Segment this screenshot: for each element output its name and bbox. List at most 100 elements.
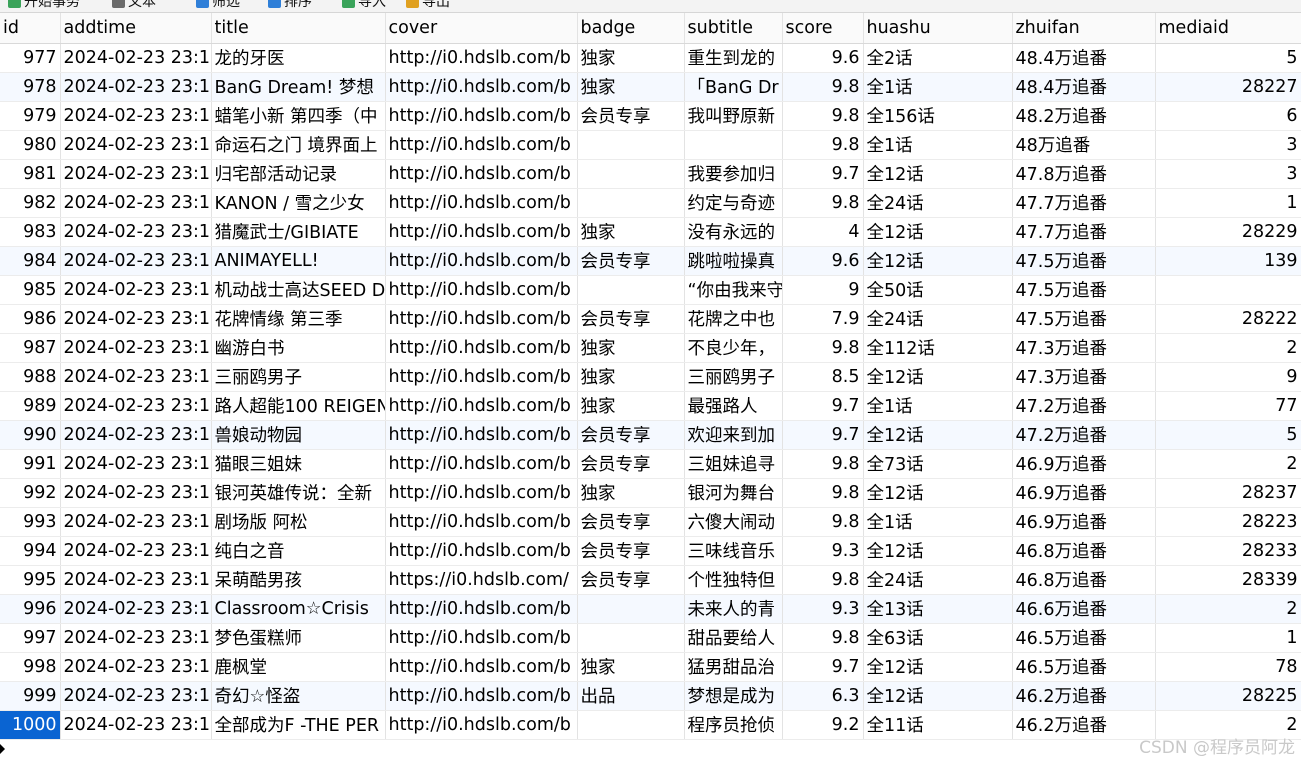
cell-cover[interactable]: http://i0.hdslb.com/b bbox=[385, 507, 578, 537]
cell-cover[interactable]: https://i0.hdslb.com/ bbox=[385, 565, 578, 595]
table-row[interactable]: 987 2024-02-23 23:1 幽游白书 http://i0.hdslb.co… bbox=[0, 333, 1301, 363]
cell-huashu[interactable]: 全1话 bbox=[863, 130, 1013, 160]
cell-subtitle[interactable]: 三丽鸥男子 bbox=[684, 362, 783, 392]
cell-id[interactable]: 987 bbox=[0, 333, 61, 363]
cell-title[interactable]: BanG Dream! 梦想 bbox=[211, 72, 386, 102]
cell-id[interactable]: 986 bbox=[0, 304, 61, 334]
cell-score[interactable]: 9.8 bbox=[782, 333, 864, 363]
cell-cover[interactable]: http://i0.hdslb.com/b bbox=[385, 304, 578, 334]
column-header-zhuifan[interactable]: zhuifan bbox=[1012, 13, 1156, 44]
cell-huashu[interactable]: 全12话 bbox=[863, 478, 1013, 508]
table-row[interactable]: 983 2024-02-23 23:1 猎魔武士/GIBIATE http://i0.… bbox=[0, 217, 1301, 247]
cell-huashu[interactable]: 全12话 bbox=[863, 536, 1013, 566]
cell-cover[interactable]: http://i0.hdslb.com/b bbox=[385, 710, 578, 740]
cell-title[interactable]: 路人超能100 REIGEN bbox=[211, 391, 386, 421]
cell-score[interactable]: 9.8 bbox=[782, 623, 864, 653]
cell-id[interactable]: 982 bbox=[0, 188, 61, 218]
toolbar-button-2[interactable]: 筛选 bbox=[196, 0, 240, 11]
cell-zhuifan[interactable]: 46.8万追番 bbox=[1012, 565, 1156, 595]
cell-badge[interactable]: 会员专享 bbox=[577, 536, 685, 566]
cell-addtime[interactable]: 2024-02-23 23:1 bbox=[60, 304, 212, 334]
cell-zhuifan[interactable]: 47.7万追番 bbox=[1012, 217, 1156, 247]
cell-cover[interactable]: http://i0.hdslb.com/b bbox=[385, 188, 578, 218]
cell-cover[interactable]: http://i0.hdslb.com/b bbox=[385, 652, 578, 682]
cell-addtime[interactable]: 2024-02-23 23:1 bbox=[60, 623, 212, 653]
cell-title[interactable]: 剧场版 阿松 bbox=[211, 507, 386, 537]
cell-title[interactable]: 归宅部活动记录 bbox=[211, 159, 386, 189]
cell-addtime[interactable]: 2024-02-23 23:1 bbox=[60, 449, 212, 479]
cell-cover[interactable]: http://i0.hdslb.com/b bbox=[385, 449, 578, 479]
cell-subtitle[interactable]: 最强路人 bbox=[684, 391, 783, 421]
cell-id[interactable]: 983 bbox=[0, 217, 61, 247]
cell-badge[interactable]: 独家 bbox=[577, 478, 685, 508]
cell-title[interactable]: 呆萌酷男孩 bbox=[211, 565, 386, 595]
cell-huashu[interactable]: 全12话 bbox=[863, 420, 1013, 450]
column-header-title[interactable]: title bbox=[211, 13, 386, 44]
cell-cover[interactable]: http://i0.hdslb.com/b bbox=[385, 43, 578, 73]
cell-id[interactable]: 998 bbox=[0, 652, 61, 682]
cell-score[interactable]: 9.7 bbox=[782, 420, 864, 450]
cell-score[interactable]: 9.6 bbox=[782, 43, 864, 73]
cell-id[interactable]: 979 bbox=[0, 101, 61, 131]
cell-score[interactable]: 9.8 bbox=[782, 72, 864, 102]
cell-id[interactable]: 988 bbox=[0, 362, 61, 392]
cell-addtime[interactable]: 2024-02-23 23:1 bbox=[60, 159, 212, 189]
cell-badge[interactable]: 会员专享 bbox=[577, 304, 685, 334]
cell-badge[interactable]: 独家 bbox=[577, 391, 685, 421]
table-row[interactable]: 979 2024-02-23 23:1 蜡笔小新 第四季（中 http://i0.hd… bbox=[0, 101, 1301, 131]
cell-id[interactable]: 997 bbox=[0, 623, 61, 653]
cell-score[interactable]: 9.8 bbox=[782, 130, 864, 160]
cell-mediaid[interactable]: 77 bbox=[1155, 391, 1301, 421]
cell-badge[interactable]: 独家 bbox=[577, 652, 685, 682]
cell-zhuifan[interactable]: 48.2万追番 bbox=[1012, 101, 1156, 131]
cell-title[interactable]: 梦色蛋糕师 bbox=[211, 623, 386, 653]
cell-score[interactable]: 4 bbox=[782, 217, 864, 247]
cell-addtime[interactable]: 2024-02-23 23:1 bbox=[60, 130, 212, 160]
cell-addtime[interactable]: 2024-02-23 23:1 bbox=[60, 101, 212, 131]
cell-huashu[interactable]: 全12话 bbox=[863, 246, 1013, 276]
cell-id[interactable]: 995 bbox=[0, 565, 61, 595]
cell-score[interactable]: 9.2 bbox=[782, 710, 864, 740]
column-header-badge[interactable]: badge bbox=[577, 13, 685, 44]
cell-huashu[interactable]: 全63话 bbox=[863, 623, 1013, 653]
cell-huashu[interactable]: 全12话 bbox=[863, 159, 1013, 189]
cell-title[interactable]: 幽游白书 bbox=[211, 333, 386, 363]
cell-id[interactable]: 984 bbox=[0, 246, 61, 276]
cell-title[interactable]: 三丽鸥男子 bbox=[211, 362, 386, 392]
cell-score[interactable]: 9.8 bbox=[782, 449, 864, 479]
cell-badge[interactable]: 会员专享 bbox=[577, 420, 685, 450]
cell-badge[interactable]: 会员专享 bbox=[577, 101, 685, 131]
table-row[interactable]: 986 2024-02-23 23:1 花牌情缘 第三季 http://i0.hdsl… bbox=[0, 304, 1301, 334]
cell-id[interactable]: 981 bbox=[0, 159, 61, 189]
cell-id[interactable]: 1000 bbox=[0, 710, 61, 740]
cell-addtime[interactable]: 2024-02-23 23:1 bbox=[60, 507, 212, 537]
cell-addtime[interactable]: 2024-02-23 23:1 bbox=[60, 565, 212, 595]
cell-zhuifan[interactable]: 46.9万追番 bbox=[1012, 449, 1156, 479]
cell-mediaid[interactable]: 3 bbox=[1155, 130, 1301, 160]
cell-zhuifan[interactable]: 47.3万追番 bbox=[1012, 333, 1156, 363]
cell-score[interactable]: 9.6 bbox=[782, 246, 864, 276]
table-row[interactable]: 993 2024-02-23 23:1 剧场版 阿松 http://i0.hdslb.… bbox=[0, 507, 1301, 537]
cell-cover[interactable]: http://i0.hdslb.com/b bbox=[385, 623, 578, 653]
cell-title[interactable]: 鹿枫堂 bbox=[211, 652, 386, 682]
cell-cover[interactable]: http://i0.hdslb.com/b bbox=[385, 681, 578, 711]
cell-badge[interactable]: 会员专享 bbox=[577, 449, 685, 479]
cell-title[interactable]: 猎魔武士/GIBIATE bbox=[211, 217, 386, 247]
cell-mediaid[interactable]: 2 bbox=[1155, 333, 1301, 363]
cell-id[interactable]: 980 bbox=[0, 130, 61, 160]
cell-huashu[interactable]: 全112话 bbox=[863, 333, 1013, 363]
cell-badge[interactable] bbox=[577, 623, 685, 653]
cell-subtitle[interactable] bbox=[684, 130, 783, 160]
cell-subtitle[interactable]: 不良少年， bbox=[684, 333, 783, 363]
table-row[interactable]: 999 2024-02-23 23:1 奇幻☆怪盗 http://i0.hdslb.c… bbox=[0, 681, 1301, 711]
cell-score[interactable]: 9.7 bbox=[782, 391, 864, 421]
cell-huashu[interactable]: 全24话 bbox=[863, 188, 1013, 218]
cell-cover[interactable]: http://i0.hdslb.com/b bbox=[385, 333, 578, 363]
cell-badge[interactable] bbox=[577, 710, 685, 740]
cell-mediaid[interactable]: 2 bbox=[1155, 449, 1301, 479]
cell-huashu[interactable]: 全12话 bbox=[863, 362, 1013, 392]
cell-mediaid[interactable]: 28222 bbox=[1155, 304, 1301, 334]
cell-zhuifan[interactable]: 47.5万追番 bbox=[1012, 275, 1156, 305]
cell-id[interactable]: 989 bbox=[0, 391, 61, 421]
column-header-cover[interactable]: cover bbox=[385, 13, 578, 44]
